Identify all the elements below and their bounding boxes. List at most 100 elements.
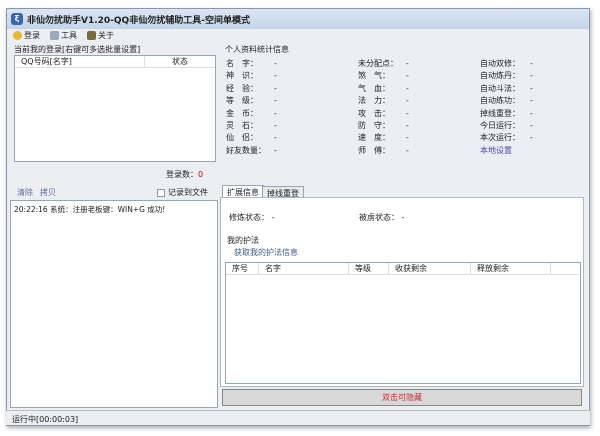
stat-label: 今日运行： xyxy=(480,121,520,130)
stat-label: 气 血： xyxy=(358,83,390,93)
stat-label: 速 度： xyxy=(358,133,390,143)
about-button[interactable]: 关于 xyxy=(87,30,114,41)
protect-title: 我的护法 xyxy=(227,236,259,245)
tools-label: 工具 xyxy=(61,31,77,40)
stat-label: 好友数量： xyxy=(226,145,266,155)
stat-label: 自动双修： xyxy=(480,59,520,68)
stat-value: - xyxy=(530,59,533,68)
local-settings-link[interactable]: 本地设置 xyxy=(480,145,512,156)
log-line: 20:22:16 系统：注册老板键：WIN+G 成功! xyxy=(14,205,166,214)
captured-value: - xyxy=(401,213,405,222)
cultivate-value: - xyxy=(271,213,275,222)
stat-label: 自动练功： xyxy=(480,96,520,106)
stat-value: - xyxy=(274,71,277,81)
tools-button[interactable]: 工具 xyxy=(50,30,77,41)
stat-row: 掉线重登： - xyxy=(480,108,533,119)
login-count-label: 登录数： xyxy=(166,170,198,179)
book-icon xyxy=(87,31,96,40)
log-area[interactable]: 20:22:16 系统：注册老板键：WIN+G 成功! xyxy=(10,200,218,408)
stat-value: - xyxy=(274,145,277,155)
col-index[interactable]: 序号 xyxy=(226,263,259,274)
stat-value: - xyxy=(530,121,533,130)
stat-label: 攻 击： xyxy=(358,108,390,118)
stat-label: 法 力： xyxy=(358,96,390,106)
stat-row: 灵 石： - xyxy=(226,120,277,131)
login-button[interactable]: 登录 xyxy=(13,30,40,41)
stat-value: - xyxy=(274,59,277,68)
stat-row: 名 字： - xyxy=(226,58,277,69)
stat-value: - xyxy=(406,145,409,155)
stat-label: 掉线重登： xyxy=(480,108,520,118)
checkbox-box xyxy=(157,188,165,197)
hide-button[interactable]: 双击可隐藏 xyxy=(222,389,582,406)
app-logo-icon: ξ xyxy=(11,13,23,25)
protect-table[interactable]: 序号 名字 等级 收获剩余 释放剩余 xyxy=(225,262,581,384)
stat-row: 速 度： - xyxy=(358,132,409,143)
clear-button[interactable]: 清除 xyxy=(17,187,33,198)
stat-value: - xyxy=(274,83,277,93)
stat-value: - xyxy=(530,83,533,93)
stat-row: 自动斗法： - xyxy=(480,83,533,94)
stat-row: 经 验： - xyxy=(226,83,277,94)
stat-row: 今日运行： - xyxy=(480,120,533,131)
stat-label: 师 傅： xyxy=(358,145,390,155)
fetch-protect-link[interactable]: 获取我的护法信息 xyxy=(234,247,298,258)
window-title: 非仙勿扰助手V1.20-QQ非仙勿扰辅助工具-空间单模式 xyxy=(27,15,250,26)
col-level[interactable]: 等级 xyxy=(349,263,389,274)
stat-label: 名 字： xyxy=(226,59,258,68)
stats-title: 个人资料统计信息 xyxy=(225,45,289,54)
stat-label: 防 守： xyxy=(358,121,390,130)
col-release[interactable]: 释放剩余 xyxy=(471,263,551,274)
login-count: 0 xyxy=(198,170,204,179)
stat-row: 法 力： - xyxy=(358,95,409,106)
stat-label: 金 币： xyxy=(226,108,258,118)
stat-row: 防 守： - xyxy=(358,120,409,131)
captured-label: 被虏状态： xyxy=(359,213,399,222)
toolbar: 登录 工具 关于 xyxy=(7,29,589,42)
stat-value: - xyxy=(406,121,409,130)
stat-value: - xyxy=(530,71,533,81)
log-to-file-label: 记录到文件 xyxy=(168,188,208,197)
stat-row: 本次运行： - xyxy=(480,132,533,143)
stat-row: 自动练功： - xyxy=(480,95,533,106)
stat-row: 师 傅： - xyxy=(358,145,409,156)
stat-label: 煞 气： xyxy=(358,71,390,81)
stat-row: 神 识： - xyxy=(226,70,277,81)
stat-value: - xyxy=(406,133,409,143)
stat-row: 气 血： - xyxy=(358,83,409,94)
stat-value: - xyxy=(274,133,277,143)
col-harvest[interactable]: 收获剩余 xyxy=(389,263,471,274)
tab-content: 修炼状态： - 被虏状态： - 我的护法 获取我的护法信息 序号 名字 等级 收… xyxy=(220,197,584,387)
stat-label: 灵 石： xyxy=(226,121,258,130)
stat-row: 自动双修： - xyxy=(480,58,533,69)
stat-value: - xyxy=(406,96,409,106)
stat-value: - xyxy=(274,108,277,118)
stat-value: - xyxy=(406,83,409,93)
stat-value: - xyxy=(406,59,409,68)
stat-label: 本次运行： xyxy=(480,133,520,143)
login-group-label: 当前我的登录[右键可多选批量设置] xyxy=(14,45,141,54)
stat-row: 金 币： - xyxy=(226,108,277,119)
stat-label: 等 级： xyxy=(226,96,258,106)
stat-row: 煞 气： - xyxy=(358,70,409,81)
key-icon xyxy=(13,31,22,40)
stat-label: 仙 侣： xyxy=(226,133,258,143)
stat-row: 自动炼丹： - xyxy=(480,70,533,81)
stat-row: 等 级： - xyxy=(226,95,277,106)
copy-button[interactable]: 拷贝 xyxy=(40,187,56,198)
wrench-icon xyxy=(50,31,59,40)
stat-label: 自动斗法： xyxy=(480,83,520,93)
stat-value: - xyxy=(274,121,277,130)
title-bar: ξ 非仙勿扰助手V1.20-QQ非仙勿扰辅助工具-空间单模式 xyxy=(7,9,589,29)
log-to-file-checkbox[interactable]: 记录到文件 xyxy=(157,187,208,198)
login-table[interactable]: QQ号码[名字] 状态 xyxy=(14,55,216,162)
status-bar: 运行中[00:00:03] xyxy=(6,410,590,425)
col-name[interactable]: 名字 xyxy=(259,263,349,274)
col-status[interactable]: 状态 xyxy=(145,56,215,67)
status-text: 运行中[00:00:03] xyxy=(12,415,79,424)
stat-label: 未分配点： xyxy=(358,59,398,68)
stat-value: - xyxy=(406,108,409,118)
stat-value: - xyxy=(530,96,533,106)
stat-row: 攻 击： - xyxy=(358,108,409,119)
col-qq[interactable]: QQ号码[名字] xyxy=(15,56,145,67)
